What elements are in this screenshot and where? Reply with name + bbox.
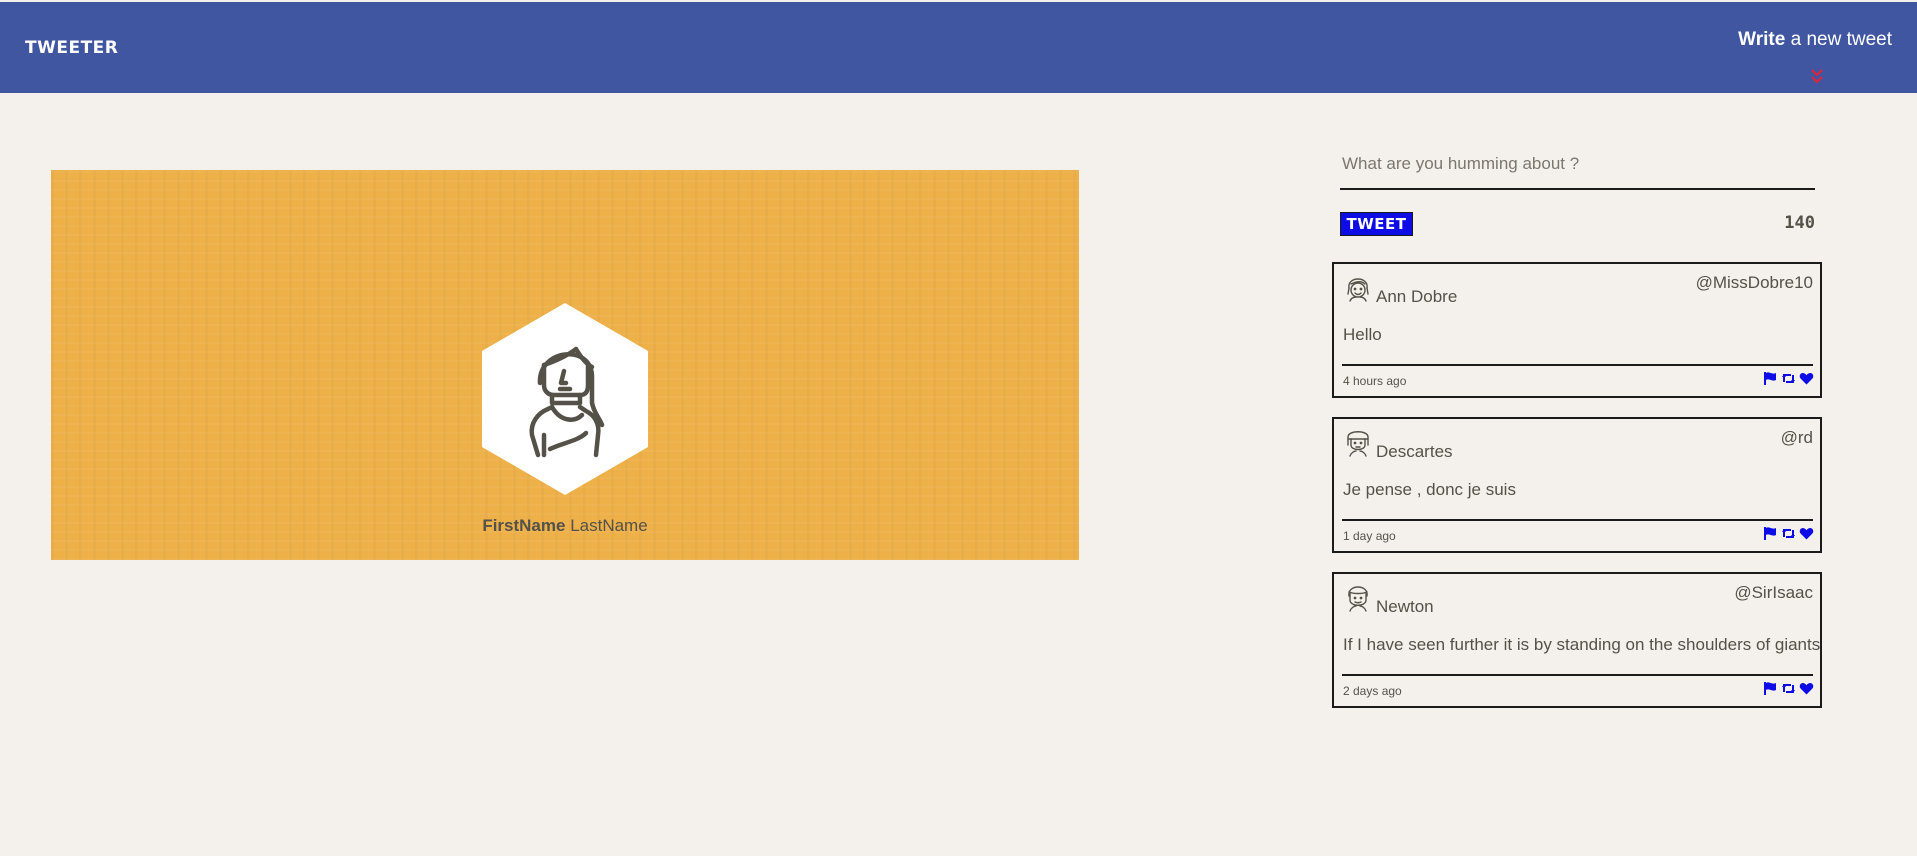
flag-icon[interactable] (1763, 371, 1778, 386)
profile-name: FirstName LastName (51, 516, 1079, 536)
tweet-handle[interactable]: @SirIsaac (1734, 583, 1813, 603)
tweet-card: Descartes @rd Je pense , donc je suis 1 … (1332, 417, 1822, 553)
write-new-tweet-toggle[interactable]: Write a new tweet (1738, 29, 1892, 51)
man-avatar-icon (1348, 586, 1368, 612)
tweet-composer: TWEET 140 (1340, 140, 1815, 236)
tweet-card: Newton @SirIsaac If I have seen further … (1332, 572, 1822, 708)
tweet-author: Ann Dobre (1376, 287, 1458, 306)
retweet-icon[interactable] (1781, 371, 1796, 386)
tweet-card: Ann Dobre @MissDobre10 Hello 4 hours ago (1332, 262, 1822, 398)
write-new-tweet-bold: Write (1738, 29, 1786, 50)
tweet-divider (1342, 674, 1813, 676)
tweet-handle[interactable]: @rd (1781, 428, 1813, 448)
tweet-content: Hello (1343, 325, 1382, 344)
brand-logo[interactable]: TWEETER (25, 38, 118, 58)
heart-icon[interactable] (1799, 526, 1814, 541)
retweet-icon[interactable] (1781, 526, 1796, 541)
profile-last-name: LastName (570, 516, 648, 535)
tweet-divider (1342, 364, 1813, 366)
flag-icon[interactable] (1763, 526, 1778, 541)
tweet-timestamp: 1 day ago (1343, 529, 1396, 543)
heart-icon[interactable] (1799, 681, 1814, 696)
tweet-actions (1763, 526, 1814, 541)
tweet-author: Descartes (1376, 442, 1453, 461)
woman-avatar-icon (1347, 278, 1369, 302)
write-new-tweet-rest: a new tweet (1785, 29, 1892, 50)
tweet-content: If I have seen further it is by standing… (1343, 635, 1821, 654)
retweet-icon[interactable] (1781, 681, 1796, 696)
heart-icon[interactable] (1799, 371, 1814, 386)
tweet-author: Newton (1376, 597, 1434, 616)
tweet-timestamp: 2 days ago (1343, 684, 1402, 698)
character-counter: 140 (1784, 213, 1815, 233)
tweet-divider (1342, 519, 1813, 521)
tweet-timestamp: 4 hours ago (1343, 374, 1407, 388)
double-chevron-down-icon[interactable] (1809, 66, 1825, 86)
profile-avatar-hexagon (482, 303, 648, 495)
tweet-content: Je pense , donc je suis (1343, 480, 1516, 499)
flag-icon[interactable] (1763, 681, 1778, 696)
tweet-actions (1763, 371, 1814, 386)
top-navigation-bar: TWEETER Write a new tweet (0, 2, 1917, 93)
profile-card: FirstName LastName (51, 170, 1079, 560)
profile-first-name: FirstName (482, 516, 566, 535)
man-avatar-icon (1347, 431, 1369, 457)
tweet-actions (1763, 681, 1814, 696)
tweet-input[interactable] (1340, 140, 1815, 190)
tweet-handle[interactable]: @MissDobre10 (1696, 273, 1813, 293)
tweet-button[interactable]: TWEET (1340, 212, 1413, 236)
